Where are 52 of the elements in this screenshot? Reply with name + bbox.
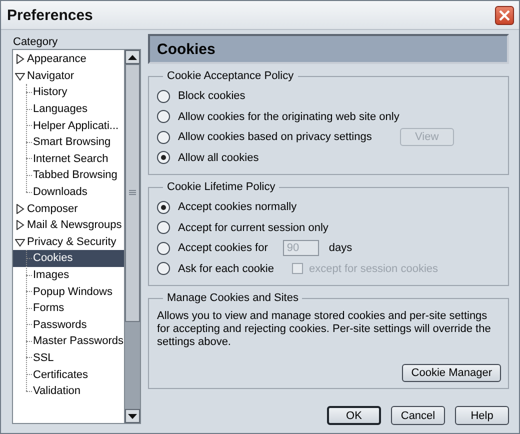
category-label: Category — [12, 35, 59, 49]
tree-item[interactable]: Languages — [13, 100, 124, 118]
expand-triangle-icon[interactable] — [15, 54, 25, 64]
group-title: Cookie Lifetime Policy — [166, 181, 276, 193]
scrollbar[interactable] — [124, 50, 140, 423]
tree-item[interactable]: SSL — [13, 350, 124, 366]
collapse-triangle-icon[interactable] — [15, 236, 25, 247]
up-arrow-icon — [128, 54, 137, 60]
dialog-button[interactable]: Cancel — [391, 406, 445, 425]
radio-option[interactable]: Allow cookies for the originating web site only — [157, 110, 400, 124]
radio-option[interactable]: Allow cookies based on privacy settings — [157, 130, 372, 144]
tree-item[interactable]: Popup Windows — [13, 283, 124, 300]
unit-label: days — [328, 242, 352, 254]
group-title: Manage Cookies and Sites — [166, 292, 300, 304]
tree-item[interactable]: Certificates — [13, 366, 124, 383]
radio-option[interactable]: Accept cookies for — [157, 242, 268, 255]
tree-item[interactable]: Downloads — [13, 184, 124, 200]
radio-option[interactable]: Accept for current session only — [157, 221, 328, 234]
tree-item[interactable]: Navigator — [13, 68, 124, 84]
radio-option[interactable]: Accept cookies normally — [157, 200, 297, 214]
radio-option[interactable]: Block cookies — [157, 90, 246, 103]
tree-item[interactable]: Forms — [13, 300, 124, 316]
tree-item[interactable]: Validation — [13, 382, 124, 400]
group-title: Cookie Acceptance Policy — [166, 70, 295, 82]
close-icon — [499, 10, 510, 20]
tree-item[interactable]: Appearance — [13, 51, 124, 68]
description-text: Allows you to view and manage stored cookies and per-site settings for accepting and rejecting cookies. Per-site settings will override the settings above. — [157, 310, 492, 349]
panel-header: Cookies — [148, 34, 509, 64]
tree-item[interactable]: Helper Applicati... — [13, 117, 124, 134]
window-title: Preferences — [7, 6, 93, 24]
down-arrow-icon — [128, 414, 137, 418]
grip-icon — [129, 190, 136, 196]
tree-item[interactable]: Images — [13, 266, 124, 284]
radio-option[interactable]: Ask for each cookie — [157, 262, 274, 276]
expand-triangle-icon[interactable] — [15, 204, 25, 214]
tree-item[interactable]: Mail & Newsgroups — [13, 216, 124, 234]
tree-item[interactable]: History — [13, 84, 124, 101]
tree-item[interactable]: Privacy & Security — [13, 234, 124, 250]
tree-item[interactable]: Cookies — [13, 250, 124, 267]
tree-item[interactable]: Smart Browsing — [13, 134, 124, 151]
tree-item[interactable]: Passwords — [13, 316, 124, 334]
cookie-manager-button[interactable]: Cookie Manager — [402, 364, 501, 382]
tree-item[interactable]: Internet Search — [13, 150, 124, 168]
tree-item[interactable]: Composer — [13, 200, 124, 217]
dialog-button[interactable]: OK — [327, 406, 381, 425]
close-button[interactable] — [495, 6, 514, 24]
tree-item[interactable]: Master Passwords — [13, 333, 124, 350]
collapse-triangle-icon[interactable] — [15, 70, 25, 81]
tree-item[interactable]: Tabbed Browsing — [13, 167, 124, 184]
dialog-button[interactable]: Help — [455, 406, 509, 425]
expand-triangle-icon[interactable] — [15, 220, 25, 230]
radio-option[interactable]: Allow all cookies — [157, 151, 259, 164]
